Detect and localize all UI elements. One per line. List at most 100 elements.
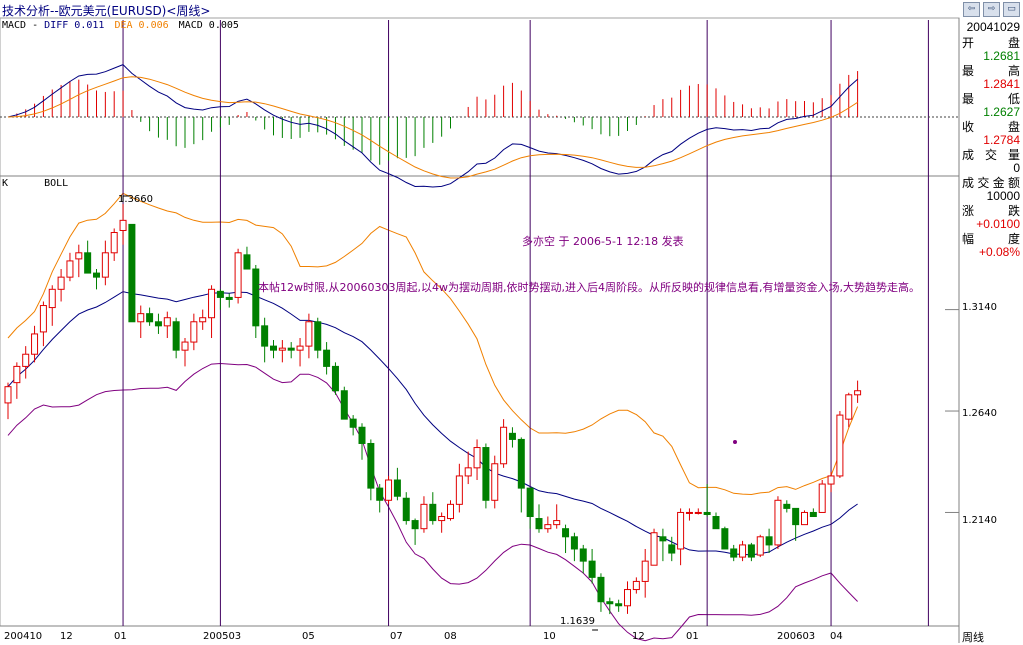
purple-dot: [733, 440, 737, 444]
candle-body: [570, 536, 578, 550]
candle-body: [146, 313, 154, 323]
macd-legend: MACD - DIFF 0.011 DEA 0.006 MACD 0.005: [2, 20, 239, 31]
candle-body: [739, 544, 747, 558]
high-label: 最 高: [962, 64, 1020, 78]
candle-body: [349, 418, 357, 428]
candle-body: [234, 252, 242, 298]
volume-label: 成交量: [962, 148, 1020, 162]
candle-body: [668, 544, 676, 554]
analysis-comment: 本帖12w时限,从20060303周起,以4w为摆动周期,依时势摆动,进入后4周…: [258, 281, 920, 294]
candle-body: [677, 511, 685, 550]
x-axis-label: 10: [543, 631, 556, 642]
candle-body: [367, 442, 375, 489]
candle-body: [402, 497, 410, 522]
x-axis-label: 04: [830, 631, 843, 642]
x-axis-label: 08: [444, 631, 457, 642]
candle-body: [31, 333, 39, 355]
candle-body: [756, 536, 764, 556]
candle-body: [4, 386, 12, 404]
candle-body: [632, 580, 640, 591]
candle-body: [783, 503, 791, 509]
high-value: 1.2841: [983, 77, 1020, 91]
x-axis-label: 07: [390, 631, 403, 642]
candle-body: [641, 560, 649, 582]
amount-label: 成交金额: [962, 176, 1020, 190]
high-mark: 1.3660: [118, 194, 153, 205]
candle-body: [544, 524, 552, 530]
candle-body: [216, 290, 224, 298]
candle-body: [411, 520, 419, 530]
candle-body: [154, 321, 162, 327]
candle-body: [482, 447, 490, 501]
candle-body: [252, 268, 260, 327]
candle-body: [243, 254, 251, 270]
candle-body: [712, 516, 720, 530]
candle-body: [296, 345, 304, 351]
candle-body: [615, 603, 623, 607]
candle-body: [261, 325, 269, 347]
candle-body: [721, 528, 729, 550]
boll-upper-line: [7, 192, 859, 496]
x-axis-label: 12: [60, 631, 73, 642]
close-label: 收 盘: [962, 120, 1020, 134]
candle-body: [801, 511, 808, 526]
candle-body: [57, 276, 65, 290]
candle-body: [181, 341, 189, 351]
candle-body: [358, 426, 366, 444]
volume-value: 0: [1013, 161, 1020, 175]
candle-body: [703, 511, 711, 515]
candle-body: [854, 390, 862, 396]
boll-label: BOLL: [44, 178, 69, 189]
quote-panel: 20041029 开 盘 1.2681 最 高 1.2841 最 低 1.262…: [960, 18, 1023, 263]
back-button[interactable]: ⇦: [963, 2, 980, 17]
candle-body: [809, 511, 817, 518]
candle-body: [659, 536, 667, 542]
candle-body: [562, 528, 570, 538]
candle-body: [48, 288, 56, 309]
candle-body: [101, 252, 109, 278]
candle-body: [22, 353, 30, 367]
macd-indicator-name: MACD: [2, 20, 27, 31]
candle-body: [447, 503, 454, 520]
candle-body: [845, 394, 853, 420]
candle-body: [438, 516, 446, 522]
forward-button[interactable]: ⇨: [983, 2, 1000, 17]
k-label: K: [2, 178, 9, 189]
candle-body: [84, 252, 92, 274]
candle-body: [66, 260, 74, 278]
candle-body: [305, 321, 313, 347]
dea-value: 0.006: [138, 20, 169, 31]
candle-body: [685, 511, 693, 514]
candle-body: [287, 347, 295, 351]
candle-body: [792, 507, 800, 526]
candle-body: [747, 544, 755, 558]
diff-value: 0.011: [74, 20, 105, 31]
x-axis-label: 12: [632, 631, 645, 642]
candle-body: [818, 483, 826, 513]
candle-body: [278, 347, 286, 351]
change-label: 涨 跌: [962, 204, 1020, 218]
macd-label: MACD: [178, 20, 203, 31]
low-label: 最 低: [962, 92, 1020, 106]
candle-body: [331, 365, 339, 392]
candle-body: [765, 536, 773, 546]
candle-body: [190, 321, 198, 343]
low-value: 1.2627: [983, 105, 1020, 119]
candle-body: [650, 532, 658, 566]
restore-button[interactable]: ▭: [1003, 2, 1020, 17]
candle-body: [455, 475, 463, 505]
candle-body: [376, 487, 384, 501]
quote-date: 20041029: [966, 20, 1020, 34]
candle-body: [420, 503, 428, 530]
candle-body: [208, 288, 216, 319]
candle-body: [579, 548, 587, 562]
candle-body: [597, 576, 605, 603]
candle-body: [491, 463, 499, 501]
candle-body: [75, 252, 83, 260]
candle-body: [429, 503, 437, 522]
candle-body: [624, 589, 631, 607]
price-chart[interactable]: [0, 0, 960, 643]
open-value: 1.2681: [983, 49, 1020, 63]
candle-body: [473, 447, 481, 469]
macd-value: 0.005: [208, 20, 239, 31]
